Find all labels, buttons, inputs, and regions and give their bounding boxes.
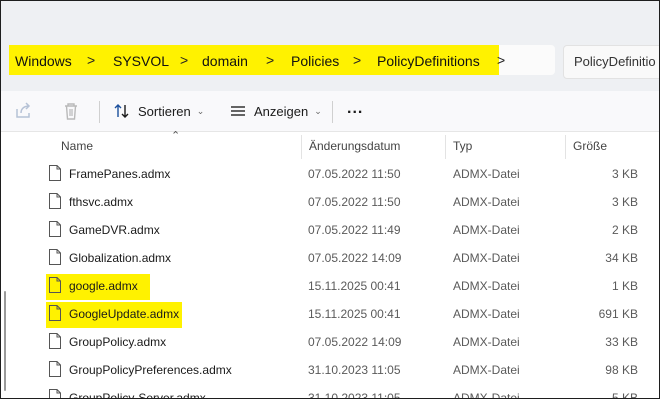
toolbar-divider <box>332 101 333 123</box>
file-name: GroupPolicy-Server.admx <box>69 391 206 399</box>
file-type: ADMX-Datei <box>453 223 520 237</box>
column-header-size[interactable]: Größe <box>573 139 607 153</box>
file-name: GroupPolicyPreferences.admx <box>69 363 232 377</box>
breadcrumb-item-policydefinitions[interactable]: PolicyDefinitions <box>377 53 480 69</box>
document-icon <box>49 361 61 377</box>
trash-icon[interactable] <box>59 99 83 123</box>
column-header-type[interactable]: Typ <box>453 139 472 153</box>
file-explorer-window: Windows > SYSVOL > domain > Policies > P… <box>0 0 660 399</box>
document-icon <box>49 193 61 209</box>
file-size: 691 KB <box>598 307 638 321</box>
file-row[interactable]: google.admx 15.11.2025 00:41 ADMX-Datei … <box>46 272 656 300</box>
search-box[interactable]: PolicyDefinitio <box>563 45 659 79</box>
file-size: 34 KB <box>605 251 638 265</box>
file-row[interactable]: fthsvc.admx 07.05.2022 11:50 ADMX-Datei … <box>46 188 656 216</box>
file-row[interactable]: GroupPolicyPreferences.admx 31.10.2023 1… <box>46 356 656 384</box>
document-icon <box>49 333 61 349</box>
file-row[interactable]: GameDVR.admx 07.05.2022 11:49 ADMX-Datei… <box>46 216 656 244</box>
file-name: GameDVR.admx <box>69 223 160 237</box>
file-modified-date: 07.05.2022 11:50 <box>308 167 401 181</box>
file-name: google.admx <box>69 279 138 293</box>
file-type: ADMX-Datei <box>453 167 520 181</box>
column-header-modified[interactable]: Änderungsdatum <box>309 139 400 153</box>
scrollbar[interactable] <box>4 291 6 391</box>
file-modified-date: 07.05.2022 11:50 <box>308 195 401 209</box>
chevron-right-icon: > <box>266 52 275 68</box>
breadcrumb-item-domain[interactable]: domain <box>202 53 248 69</box>
breadcrumb-item-sysvol[interactable]: SYSVOL <box>113 53 169 69</box>
file-row[interactable]: FramePanes.admx 07.05.2022 11:50 ADMX-Da… <box>46 160 656 188</box>
file-name: FramePanes.admx <box>69 167 171 181</box>
sort-arrows-icon <box>114 104 129 118</box>
file-size: 5 KB <box>611 391 638 399</box>
file-row[interactable]: Globalization.admx 07.05.2022 14:09 ADMX… <box>46 244 656 272</box>
chevron-right-icon: > <box>180 52 189 68</box>
file-modified-date: 07.05.2022 14:09 <box>308 251 402 265</box>
document-icon <box>49 221 61 237</box>
file-type: ADMX-Datei <box>453 195 520 209</box>
file-row[interactable]: GoogleUpdate.admx 15.11.2025 00:41 ADMX-… <box>46 300 656 328</box>
file-size: 33 KB <box>605 335 638 349</box>
chevron-right-icon: > <box>353 52 362 68</box>
file-modified-date: 31.10.2023 11:05 <box>308 363 401 377</box>
file-modified-date: 15.11.2025 00:41 <box>308 279 401 293</box>
file-name: fthsvc.admx <box>69 195 134 209</box>
view-button-label: Anzeigen <box>254 103 309 119</box>
share-icon[interactable] <box>11 99 35 123</box>
file-name: GoogleUpdate.admx <box>69 307 180 321</box>
file-size: 98 KB <box>605 363 638 377</box>
chevron-right-icon[interactable]: > <box>497 52 505 68</box>
file-name: GroupPolicy.admx <box>69 335 167 349</box>
file-name: Globalization.admx <box>69 251 172 265</box>
document-icon <box>49 277 61 293</box>
sort-button[interactable]: Sortieren ⌄ <box>113 99 204 123</box>
file-type: ADMX-Datei <box>453 363 520 377</box>
file-modified-date: 15.11.2025 00:41 <box>308 307 401 321</box>
file-type: ADMX-Datei <box>453 279 520 293</box>
file-size: 1 KB <box>611 279 638 293</box>
column-header-name[interactable]: Name <box>61 139 93 153</box>
title-bar <box>1 1 659 31</box>
more-options-button[interactable]: ... <box>347 97 363 121</box>
chevron-down-icon: ⌄ <box>196 105 205 116</box>
column-separator[interactable] <box>301 135 302 159</box>
file-modified-date: 31.10.2023 11:05 <box>308 391 401 399</box>
column-separator[interactable] <box>445 135 446 159</box>
file-type: ADMX-Datei <box>453 251 520 265</box>
file-type: ADMX-Datei <box>453 307 520 321</box>
sort-ascending-icon: ⌃ <box>171 130 181 142</box>
document-icon <box>49 249 61 265</box>
file-row[interactable]: GroupPolicy.admx 07.05.2022 14:09 ADMX-D… <box>46 328 656 356</box>
document-icon <box>49 165 61 181</box>
chevron-down-icon: ⌄ <box>314 105 322 116</box>
document-icon <box>49 305 61 321</box>
toolbar-divider <box>99 101 100 123</box>
file-row[interactable]: GroupPolicy-Server.admx 31.10.2023 11:05… <box>46 384 656 399</box>
column-separator[interactable] <box>565 135 566 159</box>
view-button[interactable]: Anzeigen ⌄ <box>229 99 322 123</box>
document-icon <box>49 389 61 398</box>
search-input[interactable]: PolicyDefinitio <box>574 54 656 69</box>
view-lines-icon <box>231 106 245 116</box>
breadcrumb-item-windows[interactable]: Windows <box>15 53 72 69</box>
file-modified-date: 07.05.2022 11:49 <box>308 223 401 237</box>
file-size: 3 KB <box>611 195 638 209</box>
file-size: 2 KB <box>611 223 638 237</box>
breadcrumb-item-policies[interactable]: Policies <box>291 53 339 69</box>
sort-button-label: Sortieren <box>138 103 191 119</box>
file-type: ADMX-Datei <box>453 335 520 349</box>
file-size: 3 KB <box>611 167 638 181</box>
file-modified-date: 07.05.2022 14:09 <box>308 335 402 349</box>
chevron-right-icon: > <box>87 52 96 68</box>
file-type: ADMX-Datei <box>453 391 520 399</box>
